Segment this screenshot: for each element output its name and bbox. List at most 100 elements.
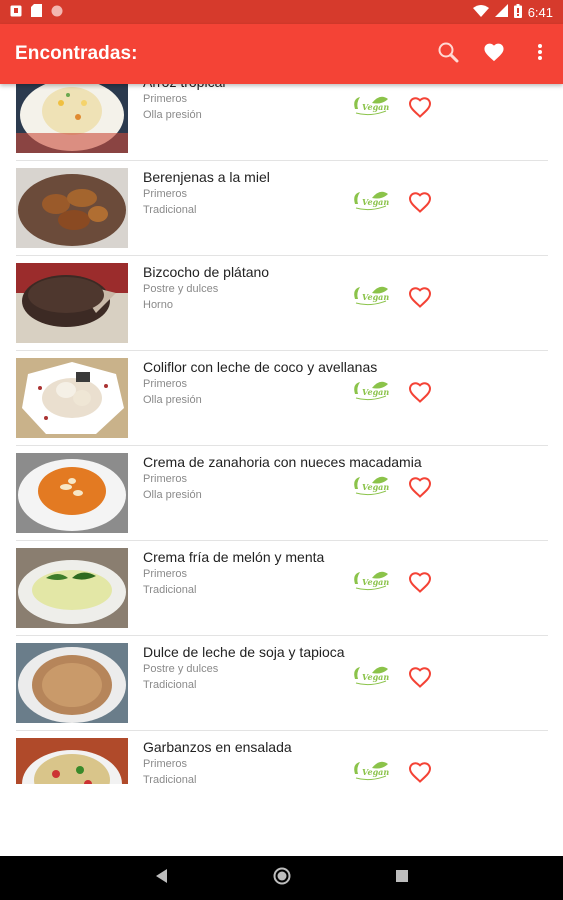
list-item[interactable]: Garbanzos en ensalada Primeros Tradicional…: [0, 731, 563, 784]
recipe-info: Dulce de leche de soja y tapioca Postre y…: [143, 644, 345, 691]
recipe-method: Tradicional: [143, 774, 197, 784]
home-button[interactable]: [222, 867, 342, 890]
signal-icon: [494, 4, 508, 20]
search-icon: [437, 41, 459, 68]
vegan-label: Vegan: [362, 197, 390, 207]
list-item[interactable]: Coliflor con leche de coco y avellanas Pr…: [0, 351, 563, 446]
recipe-name: Crema fría de melón y menta: [143, 549, 325, 565]
recipe-thumbnail: [16, 358, 128, 438]
recipe-info: Bizcocho de plátano Postre y dulces Horno: [143, 264, 343, 311]
vegan-icon: Vegan: [352, 665, 390, 687]
system-nav-bar: [0, 856, 563, 900]
page-title: Encontradas:: [15, 43, 138, 64]
recipe-info: Crema de zanahoria con nueces macadamia P…: [143, 454, 422, 501]
list-item[interactable]: Crema fría de melón y menta Primeros Tradi…: [0, 541, 563, 636]
list-item[interactable]: Bizcocho de plátano Postre y dulces Horno V…: [0, 256, 563, 351]
circle-icon: [51, 5, 63, 20]
recipe-method: Olla presión: [143, 109, 202, 121]
heart-outline-icon: [408, 477, 432, 502]
list-item[interactable]: Crema de zanahoria con nueces macadamia P…: [0, 446, 563, 541]
heart-outline-icon: [408, 572, 432, 597]
recipe-category: Primeros: [143, 188, 188, 200]
vegan-icon: Vegan: [352, 380, 390, 402]
recipe-category: Primeros: [143, 473, 188, 485]
favorite-button[interactable]: [408, 666, 432, 688]
recents-button[interactable]: [342, 869, 462, 887]
app-bar: Encontradas:: [0, 24, 563, 84]
recipe-category: Postre y dulces: [143, 283, 219, 295]
status-bar: 6:41: [0, 0, 563, 24]
vegan-label: Vegan: [362, 767, 390, 777]
favorite-button[interactable]: [408, 286, 432, 308]
favorite-button[interactable]: [408, 96, 432, 118]
more-options-button[interactable]: [517, 31, 563, 77]
vegan-icon: Vegan: [352, 570, 390, 592]
recipe-info: Coliflor con leche de coco y avellanas Pr…: [143, 359, 378, 406]
favorite-button[interactable]: [408, 381, 432, 403]
recipe-method: Olla presión: [143, 394, 202, 406]
vegan-label: Vegan: [362, 387, 390, 397]
vegan-label: Vegan: [362, 292, 390, 302]
list-item[interactable]: Berenjenas a la miel Primeros Tradicional V…: [0, 161, 563, 256]
recipe-name: Garbanzos en ensalada: [143, 739, 292, 755]
vegan-label: Vegan: [362, 102, 390, 112]
vegan-label: Vegan: [362, 672, 390, 682]
recipe-name: Arroz tropical: [143, 84, 343, 90]
recipe-thumbnail: [16, 84, 128, 153]
recipe-thumbnail: [16, 643, 128, 723]
status-time: 6:41: [527, 4, 553, 20]
recipe-name: Coliflor con leche de coco y avellanas: [143, 359, 378, 375]
vegan-icon: Vegan: [352, 475, 390, 497]
favorites-button[interactable]: [471, 31, 517, 77]
vegan-icon: Vegan: [352, 95, 390, 117]
vegan-icon: Vegan: [352, 285, 390, 307]
recipe-thumbnail: [16, 453, 128, 533]
recipe-category: Postre y dulces: [143, 663, 219, 675]
recipe-category: Primeros: [143, 568, 188, 580]
vegan-icon: Vegan: [352, 190, 390, 212]
recents-icon: [395, 869, 408, 887]
sd-card-icon: [31, 4, 42, 20]
vegan-label: Vegan: [362, 577, 390, 587]
recipe-name: Berenjenas a la miel: [143, 169, 270, 185]
heart-icon: [483, 42, 505, 67]
more-vert-icon: [537, 43, 543, 66]
favorite-button[interactable]: [408, 761, 432, 783]
recipe-thumbnail: [16, 168, 128, 248]
app-bar-actions: [425, 31, 563, 77]
favorite-button[interactable]: [408, 571, 432, 593]
heart-outline-icon: [408, 287, 432, 312]
back-button[interactable]: [102, 868, 222, 888]
heart-outline-icon: [408, 192, 432, 217]
battery-icon: [513, 3, 522, 21]
search-button[interactable]: [425, 31, 471, 77]
back-icon: [155, 868, 168, 888]
list-item[interactable]: Arroz tropical Primeros Olla presión Vegan: [0, 84, 563, 161]
recipe-info: Arroz tropical Primeros Olla presión: [143, 84, 343, 121]
heart-outline-icon: [408, 667, 432, 692]
heart-outline-icon: [408, 97, 432, 122]
favorite-button[interactable]: [408, 476, 432, 498]
recipe-method: Tradicional: [143, 679, 197, 691]
recipe-info: Crema fría de melón y menta Primeros Tradi…: [143, 549, 343, 596]
heart-outline-icon: [408, 762, 432, 784]
recipe-method: Horno: [143, 299, 173, 311]
recipe-category: Primeros: [143, 378, 188, 390]
recipe-thumbnail: [16, 263, 128, 343]
recipe-list[interactable]: Arroz tropicalPrimerosOlla presiónVeganB…: [0, 84, 563, 784]
recipe-method: Tradicional: [143, 584, 197, 596]
favorite-button[interactable]: [408, 191, 432, 213]
heart-outline-icon: [408, 382, 432, 407]
recipe-name: Bizcocho de plátano: [143, 264, 270, 280]
vegan-icon: Vegan: [352, 760, 390, 782]
recipe-info: Berenjenas a la miel Primeros Tradicional: [143, 169, 343, 216]
home-icon: [273, 867, 291, 890]
recipe-method: Tradicional: [143, 204, 197, 216]
list-item[interactable]: Dulce de leche de soja y tapioca Postre y…: [0, 636, 563, 731]
recipe-info: Garbanzos en ensalada Primeros Tradicional: [143, 739, 343, 784]
notification-icon: [10, 5, 22, 20]
wifi-icon: [472, 4, 489, 20]
recipe-thumbnail: [16, 548, 128, 628]
recipe-name: Crema de zanahoria con nueces macadamia: [143, 454, 422, 470]
recipe-name: Dulce de leche de soja y tapioca: [143, 644, 345, 660]
